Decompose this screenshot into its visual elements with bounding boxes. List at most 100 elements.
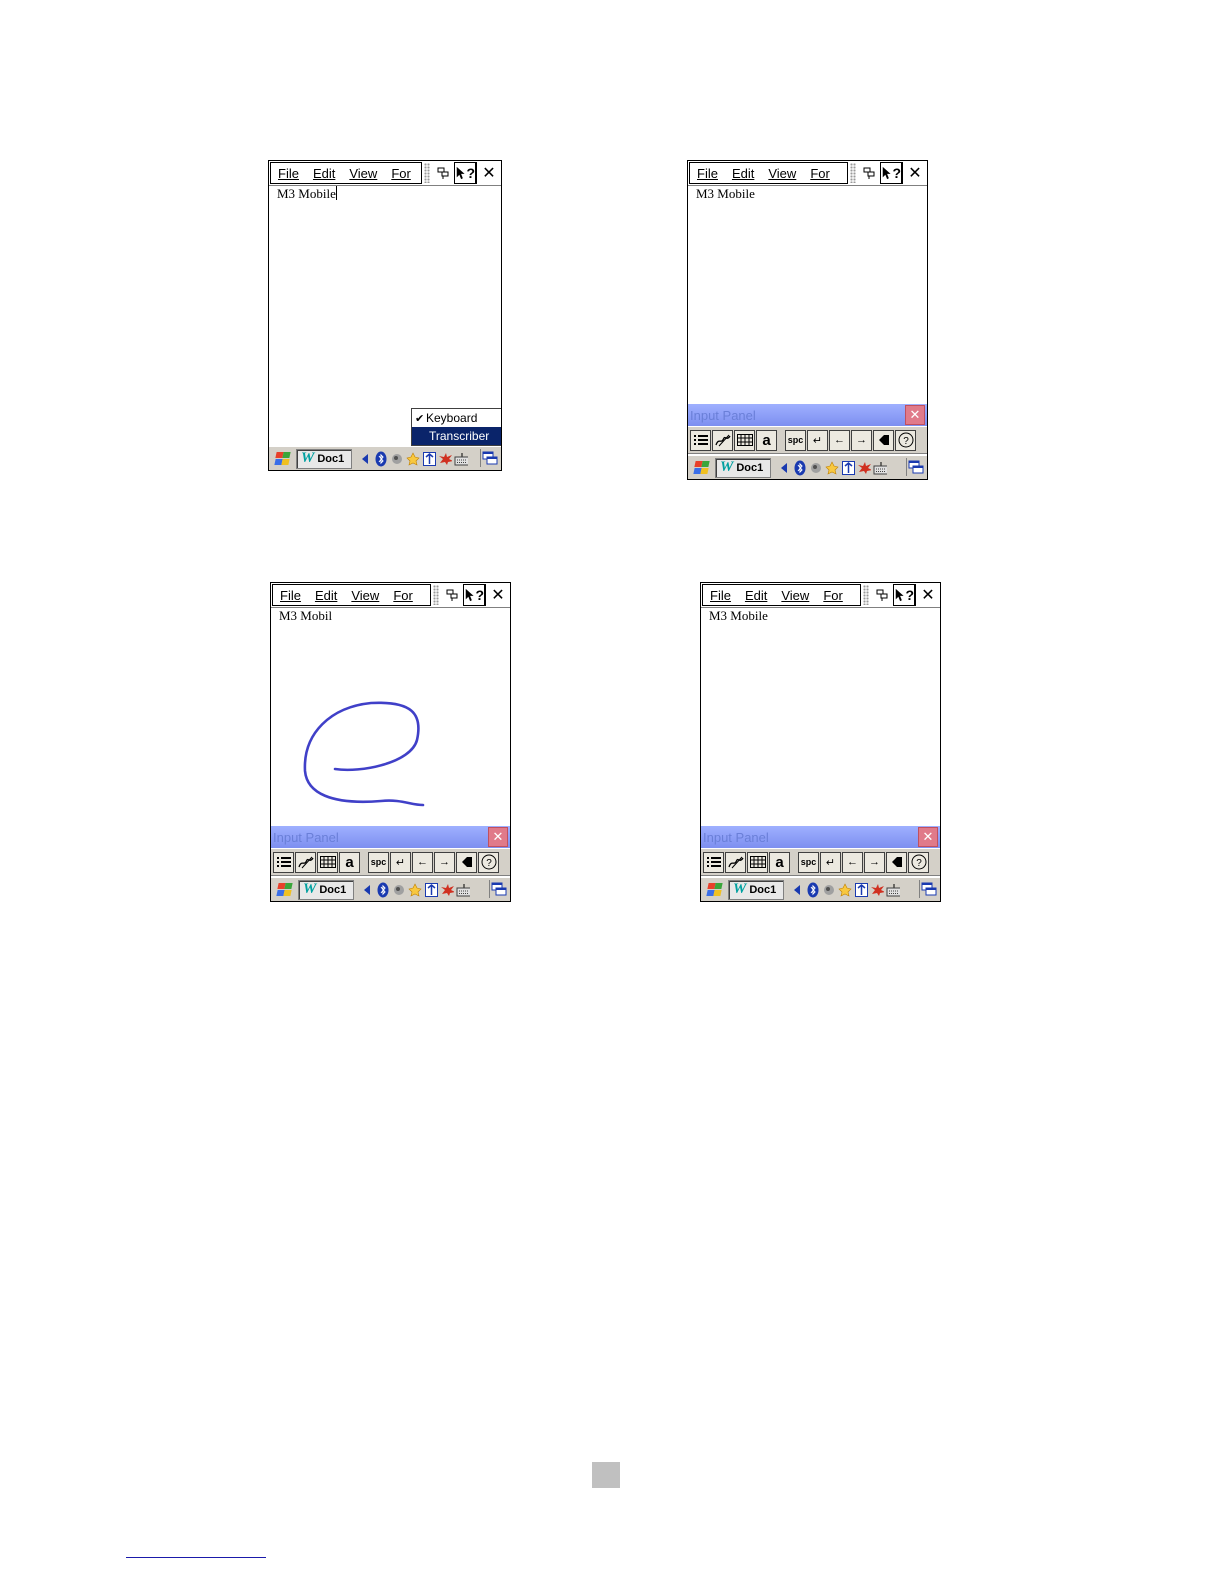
network-icon[interactable] <box>809 460 823 476</box>
menu-view[interactable]: View <box>761 166 803 181</box>
desktop-windows-icon[interactable] <box>906 458 925 476</box>
enter-button[interactable]: ↵ <box>390 851 411 873</box>
close-button[interactable]: ✕ <box>915 584 940 606</box>
toolbar-toggle-icon[interactable] <box>432 162 454 184</box>
upload-icon[interactable] <box>424 882 438 898</box>
input-panel-close-button[interactable]: ✕ <box>488 827 508 847</box>
input-panel-titlebar[interactable]: Input Panel ✕ <box>271 826 510 848</box>
help-pointer-icon[interactable]: ? <box>454 162 476 184</box>
menu-edit[interactable]: Edit <box>738 588 774 603</box>
menu-format[interactable]: For <box>803 166 830 181</box>
toolbar-toggle-icon[interactable] <box>871 584 893 606</box>
right-arrow-button[interactable]: → <box>864 851 885 873</box>
task-doc1-button[interactable]: W Doc1 <box>296 448 352 469</box>
input-panel-close-button[interactable]: ✕ <box>905 405 925 425</box>
close-button[interactable]: ✕ <box>902 162 927 184</box>
enter-button[interactable]: ↵ <box>820 851 841 873</box>
desktop-windows-icon[interactable] <box>480 449 499 467</box>
backspace-button[interactable] <box>886 851 907 873</box>
keyboard-icon[interactable] <box>873 460 887 476</box>
input-panel-close-button[interactable]: ✕ <box>918 827 938 847</box>
task-doc1-button[interactable]: W Doc1 <box>715 457 771 478</box>
windows-start-icon[interactable] <box>271 449 293 469</box>
enter-button[interactable]: ↵ <box>807 429 828 451</box>
help-button[interactable]: ? <box>478 851 499 873</box>
space-button[interactable]: spc <box>798 851 819 873</box>
menu-edit[interactable]: Edit <box>306 166 342 181</box>
bluetooth-icon[interactable] <box>793 460 807 476</box>
network-icon[interactable] <box>390 451 404 467</box>
leaf-icon[interactable] <box>870 882 884 898</box>
leaf-icon[interactable] <box>857 460 871 476</box>
right-arrow-button[interactable]: → <box>434 851 455 873</box>
menu-edit[interactable]: Edit <box>725 166 761 181</box>
keyboard-grid-icon[interactable] <box>317 851 338 873</box>
menu-item-keyboard[interactable]: ✔ Keyboard <box>412 409 501 427</box>
handwriting-icon[interactable] <box>725 851 746 873</box>
footer-link-underline[interactable] <box>126 1557 266 1558</box>
upload-icon[interactable] <box>854 882 868 898</box>
star-icon[interactable] <box>838 882 852 898</box>
space-button[interactable]: spc <box>368 851 389 873</box>
tray-arrow-icon[interactable] <box>358 451 372 467</box>
tray-arrow-icon[interactable] <box>360 882 374 898</box>
toolbar-grip[interactable] <box>424 163 430 183</box>
help-button[interactable]: ? <box>908 851 929 873</box>
star-icon[interactable] <box>408 882 422 898</box>
backspace-button[interactable] <box>456 851 477 873</box>
menu-item-transcriber[interactable]: Transcriber <box>412 427 501 445</box>
menu-file[interactable]: File <box>690 166 725 181</box>
input-panel-titlebar[interactable]: Input Panel ✕ <box>701 826 940 848</box>
windows-start-icon[interactable] <box>690 458 712 478</box>
network-icon[interactable] <box>822 882 836 898</box>
task-doc1-button[interactable]: W Doc1 <box>298 879 354 900</box>
menu-view[interactable]: View <box>342 166 384 181</box>
star-icon[interactable] <box>825 460 839 476</box>
space-button[interactable]: spc <box>785 429 806 451</box>
menu-file[interactable]: File <box>271 166 306 181</box>
menu-format[interactable]: For <box>384 166 411 181</box>
list-icon[interactable] <box>690 429 711 451</box>
help-pointer-icon[interactable]: ? <box>893 584 915 606</box>
left-arrow-button[interactable]: ← <box>829 429 850 451</box>
bluetooth-icon[interactable] <box>376 882 390 898</box>
right-arrow-button[interactable]: → <box>851 429 872 451</box>
menu-format[interactable]: For <box>816 588 843 603</box>
keyboard-icon[interactable] <box>456 882 470 898</box>
star-icon[interactable] <box>406 451 420 467</box>
backspace-button[interactable] <box>873 429 894 451</box>
menu-file[interactable]: File <box>703 588 738 603</box>
handwriting-icon[interactable] <box>295 851 316 873</box>
menu-view[interactable]: View <box>774 588 816 603</box>
input-panel-titlebar[interactable]: Input Panel ✕ <box>688 404 927 426</box>
toolbar-grip[interactable] <box>863 585 869 605</box>
bluetooth-icon[interactable] <box>374 451 388 467</box>
windows-start-icon[interactable] <box>703 880 725 900</box>
handwriting-icon[interactable] <box>712 429 733 451</box>
leaf-icon[interactable] <box>438 451 452 467</box>
network-icon[interactable] <box>392 882 406 898</box>
letter-a-button[interactable]: a <box>339 851 360 873</box>
desktop-windows-icon[interactable] <box>489 880 508 898</box>
desktop-windows-icon[interactable] <box>919 880 938 898</box>
toolbar-toggle-icon[interactable] <box>858 162 880 184</box>
toolbar-grip[interactable] <box>850 163 856 183</box>
letter-a-button[interactable]: a <box>756 429 777 451</box>
upload-icon[interactable] <box>841 460 855 476</box>
keyboard-icon[interactable] <box>454 451 468 467</box>
keyboard-grid-icon[interactable] <box>747 851 768 873</box>
keyboard-icon[interactable] <box>886 882 900 898</box>
letter-a-button[interactable]: a <box>769 851 790 873</box>
bluetooth-icon[interactable] <box>806 882 820 898</box>
list-icon[interactable] <box>273 851 294 873</box>
help-button[interactable]: ? <box>895 429 916 451</box>
keyboard-grid-icon[interactable] <box>734 429 755 451</box>
tray-arrow-icon[interactable] <box>790 882 804 898</box>
upload-icon[interactable] <box>422 451 436 467</box>
left-arrow-button[interactable]: ← <box>412 851 433 873</box>
task-doc1-button[interactable]: W Doc1 <box>728 879 784 900</box>
windows-start-icon[interactable] <box>273 880 295 900</box>
close-button[interactable]: ✕ <box>476 162 501 184</box>
tray-arrow-icon[interactable] <box>777 460 791 476</box>
help-pointer-icon[interactable]: ? <box>880 162 902 184</box>
